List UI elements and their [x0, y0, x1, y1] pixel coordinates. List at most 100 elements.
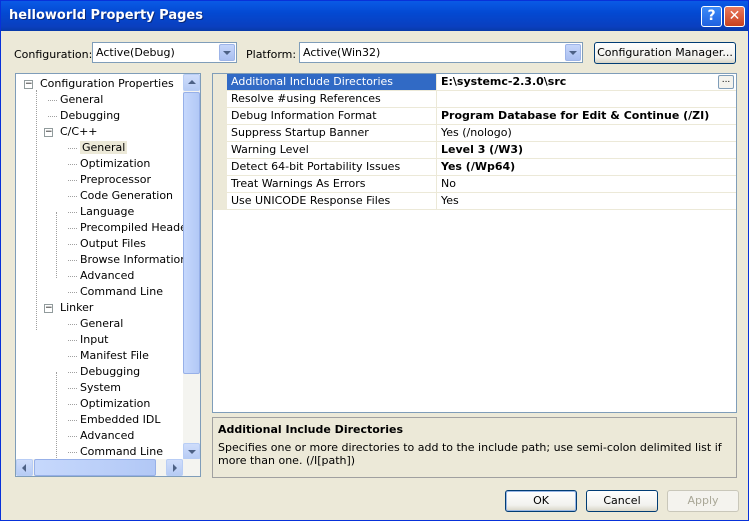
property-value[interactable]	[437, 91, 736, 107]
tree-item[interactable]: C/C++	[60, 124, 98, 140]
close-button[interactable]: ✕	[724, 6, 745, 27]
tree-item-label: Manifest File	[80, 349, 149, 362]
property-name: Use UNICODE Response Files	[227, 193, 437, 209]
browse-ellipsis-button[interactable]: ...	[718, 75, 734, 89]
tree-connector	[36, 90, 37, 330]
tree-item-label: Debugging	[80, 365, 141, 378]
tree-item[interactable]: General	[60, 92, 103, 108]
tree-item-label: C/C++	[60, 125, 98, 138]
property-value[interactable]: Level 3 (/W3)	[437, 142, 736, 158]
property-row[interactable]: Warning Level Level 3 (/W3)	[213, 142, 736, 159]
property-row[interactable]: Debug Information Format Program Database…	[213, 108, 736, 125]
row-gutter	[213, 91, 227, 107]
property-grid[interactable]: Additional Include Directories E:\systemc…	[212, 73, 737, 413]
collapse-icon[interactable]: −	[24, 80, 33, 89]
title-bar[interactable]: helloworld Property Pages ? ✕	[1, 1, 748, 31]
tree-connector	[68, 340, 77, 341]
tree-item[interactable]: General	[80, 140, 128, 156]
tree-item-label: Embedded IDL	[80, 413, 161, 426]
apply-button[interactable]: Apply	[667, 490, 739, 512]
scroll-up-icon[interactable]	[183, 74, 200, 91]
tree-item[interactable]: Preprocessor	[80, 172, 151, 188]
tree-connector	[68, 180, 77, 181]
tree-item[interactable]: Input	[80, 332, 108, 348]
tree-connector	[68, 324, 77, 325]
scroll-down-icon[interactable]	[183, 443, 200, 460]
description-title: Additional Include Directories	[218, 423, 404, 436]
property-row[interactable]: Use UNICODE Response Files Yes	[213, 193, 736, 210]
tree-connector	[68, 244, 77, 245]
tree-connector	[68, 260, 77, 261]
configuration-value: Active(Debug)	[96, 46, 175, 59]
scroll-thumb[interactable]	[34, 459, 156, 476]
tree-item[interactable]: Optimization	[80, 156, 150, 172]
property-value[interactable]: No	[437, 176, 736, 192]
tree-horizontal-scrollbar[interactable]	[16, 459, 200, 476]
cancel-button[interactable]: Cancel	[586, 490, 658, 512]
tree-item-label: System	[80, 381, 122, 394]
description-pane: Additional Include Directories Specifies…	[212, 417, 737, 478]
tree-item[interactable]: Output Files	[80, 236, 146, 252]
tree-item[interactable]: Embedded IDL	[80, 412, 160, 428]
property-row[interactable]: Additional Include Directories E:\systemc…	[213, 74, 736, 91]
tree-item[interactable]: Precompiled Headers	[80, 220, 197, 236]
tree-item-label: Output Files	[80, 237, 146, 250]
description-text: Specifies one or more directories to add…	[218, 441, 722, 467]
property-value[interactable]: E:\systemc-2.3.0\src	[437, 74, 736, 90]
tree-item-label: Optimization	[80, 397, 151, 410]
ok-button[interactable]: OK	[505, 490, 577, 512]
tree-item[interactable]: Command Line	[80, 284, 163, 300]
property-tree[interactable]: Configuration Properties − General Debuggin…	[15, 73, 201, 477]
tree-item-label: Debugging	[60, 109, 121, 122]
collapse-icon[interactable]: −	[44, 304, 53, 313]
platform-dropdown[interactable]: Active(Win32)	[299, 42, 583, 63]
property-row[interactable]: Treat Warnings As Errors No	[213, 176, 736, 193]
tree-item-label: Command Line	[80, 445, 163, 458]
tree-item[interactable]: Configuration Properties	[40, 76, 174, 92]
tree-connector	[56, 212, 57, 278]
tree-item[interactable]: Advanced	[80, 268, 134, 284]
tree-item-label: Configuration Properties	[40, 77, 174, 90]
tree-vertical-scrollbar[interactable]	[183, 74, 200, 460]
property-row[interactable]: Suppress Startup Banner Yes (/nologo)	[213, 125, 736, 142]
tree-item[interactable]: System	[80, 380, 121, 396]
row-gutter	[213, 74, 227, 90]
tree-item[interactable]: Language	[80, 204, 134, 220]
configuration-dropdown[interactable]: Active(Debug)	[92, 42, 237, 63]
tree-item[interactable]: Command Line	[80, 444, 163, 460]
tree-connector	[68, 356, 77, 357]
tree-item[interactable]: Linker	[60, 300, 93, 316]
tree-item[interactable]: Advanced	[80, 428, 134, 444]
help-button[interactable]: ?	[701, 6, 722, 27]
tree-item[interactable]: Debugging	[60, 108, 120, 124]
platform-value: Active(Win32)	[303, 46, 381, 59]
tree-item[interactable]: Manifest File	[80, 348, 149, 364]
tree-item[interactable]: Browse Information	[80, 252, 187, 268]
scroll-right-icon[interactable]	[166, 459, 183, 476]
scroll-thumb[interactable]	[183, 92, 200, 374]
tree-item-label: Command Line	[80, 285, 163, 298]
property-value[interactable]: Yes (/nologo)	[437, 125, 736, 141]
row-gutter	[213, 193, 227, 209]
tree-connector	[48, 116, 57, 117]
tree-connector	[48, 100, 57, 101]
tree-item-label: Code Generation	[80, 189, 174, 202]
property-value[interactable]: Yes	[437, 193, 736, 209]
chevron-down-icon[interactable]	[565, 44, 581, 61]
tree-item[interactable]: Optimization	[80, 396, 150, 412]
row-gutter	[213, 108, 227, 124]
property-value[interactable]: Yes (/Wp64)	[437, 159, 736, 175]
property-row[interactable]: Detect 64-bit Portability Issues Yes (/Wp…	[213, 159, 736, 176]
configuration-manager-button[interactable]: Configuration Manager...	[594, 42, 736, 64]
collapse-icon[interactable]: −	[44, 128, 53, 137]
tree-item[interactable]: Debugging	[80, 364, 140, 380]
tree-item[interactable]: General	[80, 316, 123, 332]
tree-connector	[68, 164, 77, 165]
chevron-down-icon[interactable]	[219, 44, 235, 61]
property-row[interactable]: Resolve #using References	[213, 91, 736, 108]
tree-item-label: Optimization	[80, 157, 151, 170]
property-value[interactable]: Program Database for Edit & Continue (/Z…	[437, 108, 736, 124]
tree-item[interactable]: Code Generation	[80, 188, 173, 204]
row-gutter	[213, 125, 227, 141]
scroll-left-icon[interactable]	[16, 459, 33, 476]
